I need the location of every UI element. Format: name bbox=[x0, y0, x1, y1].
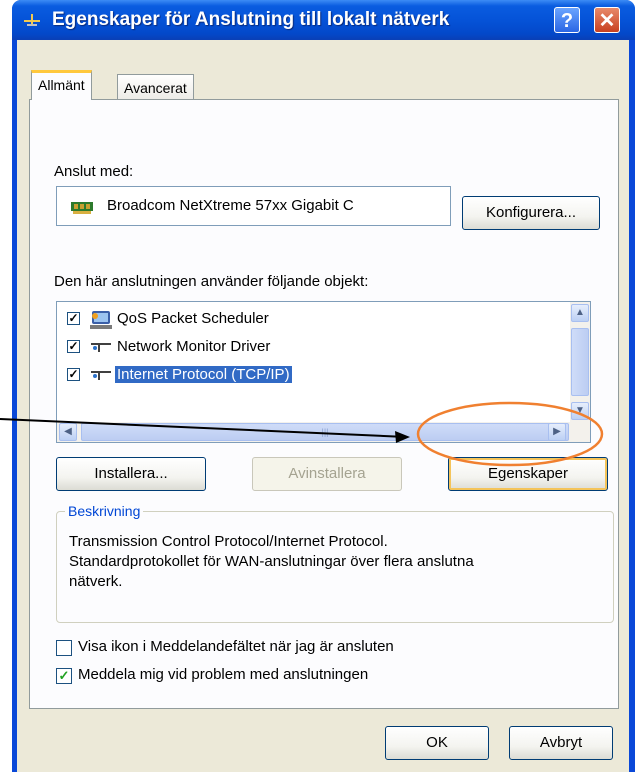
item-label: Network Monitor Driver bbox=[117, 338, 271, 355]
item-label: QoS Packet Scheduler bbox=[117, 310, 269, 327]
notify-label[interactable]: Meddela mig vid problem med anslutningen bbox=[78, 666, 368, 683]
item-checkbox[interactable]: ✓ bbox=[67, 340, 80, 353]
scroll-left-icon[interactable]: ◀ bbox=[59, 423, 77, 441]
components-label: Den här anslutningen använder följande o… bbox=[54, 273, 369, 290]
item-checkbox[interactable]: ✓ bbox=[67, 368, 80, 381]
scroll-right-icon[interactable]: ▶ bbox=[548, 423, 566, 441]
scroll-up-icon[interactable]: ▲ bbox=[571, 304, 589, 322]
network-connection-icon bbox=[24, 14, 40, 26]
qos-scheduler-icon bbox=[90, 311, 112, 329]
list-item[interactable]: ✓ QoS Packet Scheduler bbox=[67, 308, 467, 332]
horizontal-scroll-thumb[interactable]: ||| bbox=[81, 423, 569, 441]
title-bar[interactable]: Egenskaper för Anslutning till lokalt nä… bbox=[12, 0, 635, 40]
notify-checkbox[interactable]: ✓ bbox=[56, 668, 72, 684]
properties-dialog: Egenskaper för Anslutning till lokalt nä… bbox=[12, 0, 635, 772]
tab-advanced[interactable]: Avancerat bbox=[117, 74, 194, 100]
uninstall-button[interactable]: Avinstallera bbox=[252, 457, 402, 491]
description-line: Standardprotokollet för WAN-anslutningar… bbox=[69, 553, 474, 570]
vertical-scroll-thumb[interactable] bbox=[571, 328, 589, 396]
description-line: nätverk. bbox=[69, 573, 123, 590]
show-icon-label[interactable]: Visa ikon i Meddelandefältet när jag är … bbox=[78, 638, 394, 655]
install-button[interactable]: Installera... bbox=[56, 457, 206, 491]
dialog-footer: OK Avbryt bbox=[17, 712, 629, 772]
device-name: Broadcom NetXtreme 57xx Gigabit C bbox=[107, 197, 354, 214]
network-adapter-icon bbox=[71, 202, 93, 214]
dialog-client-area: Allmänt Avancerat Anslut med: Broadcom N… bbox=[17, 40, 629, 772]
vertical-scrollbar[interactable]: ▲ ▼ bbox=[570, 302, 590, 422]
network-protocol-icon bbox=[91, 343, 111, 352]
tab-general[interactable]: Allmänt bbox=[31, 70, 92, 100]
horizontal-scrollbar[interactable]: ◀ ||| ▶ bbox=[57, 422, 590, 442]
window-title: Egenskaper för Anslutning till lokalt nä… bbox=[52, 9, 450, 30]
close-button[interactable]: ✕ bbox=[594, 7, 620, 33]
scroll-down-icon[interactable]: ▼ bbox=[571, 402, 589, 420]
show-icon-checkbox[interactable] bbox=[56, 640, 72, 656]
description-title: Beskrivning bbox=[65, 503, 144, 519]
ok-button[interactable]: OK bbox=[385, 726, 489, 760]
item-checkbox[interactable]: ✓ bbox=[67, 312, 80, 325]
list-item-selected[interactable]: ✓ Internet Protocol (TCP/IP) bbox=[67, 364, 467, 388]
notify-option[interactable]: ✓ Meddela mig vid problem med anslutning… bbox=[56, 665, 576, 687]
components-list[interactable]: ✓ QoS Packet Scheduler ✓ Network Monitor… bbox=[56, 301, 591, 443]
list-item[interactable]: ✓ Network Monitor Driver bbox=[67, 336, 467, 360]
configure-button[interactable]: Konfigurera... bbox=[462, 196, 600, 230]
show-icon-option[interactable]: Visa ikon i Meddelandefältet när jag är … bbox=[56, 637, 576, 659]
network-protocol-icon bbox=[91, 371, 111, 380]
help-button[interactable]: ? bbox=[554, 7, 580, 33]
cancel-button[interactable]: Avbryt bbox=[509, 726, 613, 760]
connect-using-label: Anslut med: bbox=[54, 163, 134, 180]
device-field: Broadcom NetXtreme 57xx Gigabit C bbox=[56, 186, 451, 226]
item-label: Internet Protocol (TCP/IP) bbox=[115, 366, 292, 383]
description-line: Transmission Control Protocol/Internet P… bbox=[69, 533, 388, 550]
description-group: Beskrivning Transmission Control Protoco… bbox=[56, 503, 614, 623]
general-tab-panel: Anslut med: Broadcom NetXtreme 57xx Giga… bbox=[29, 99, 619, 709]
properties-button[interactable]: Egenskaper bbox=[448, 457, 608, 491]
description-text: Transmission Control Protocol/Internet P… bbox=[69, 532, 599, 592]
